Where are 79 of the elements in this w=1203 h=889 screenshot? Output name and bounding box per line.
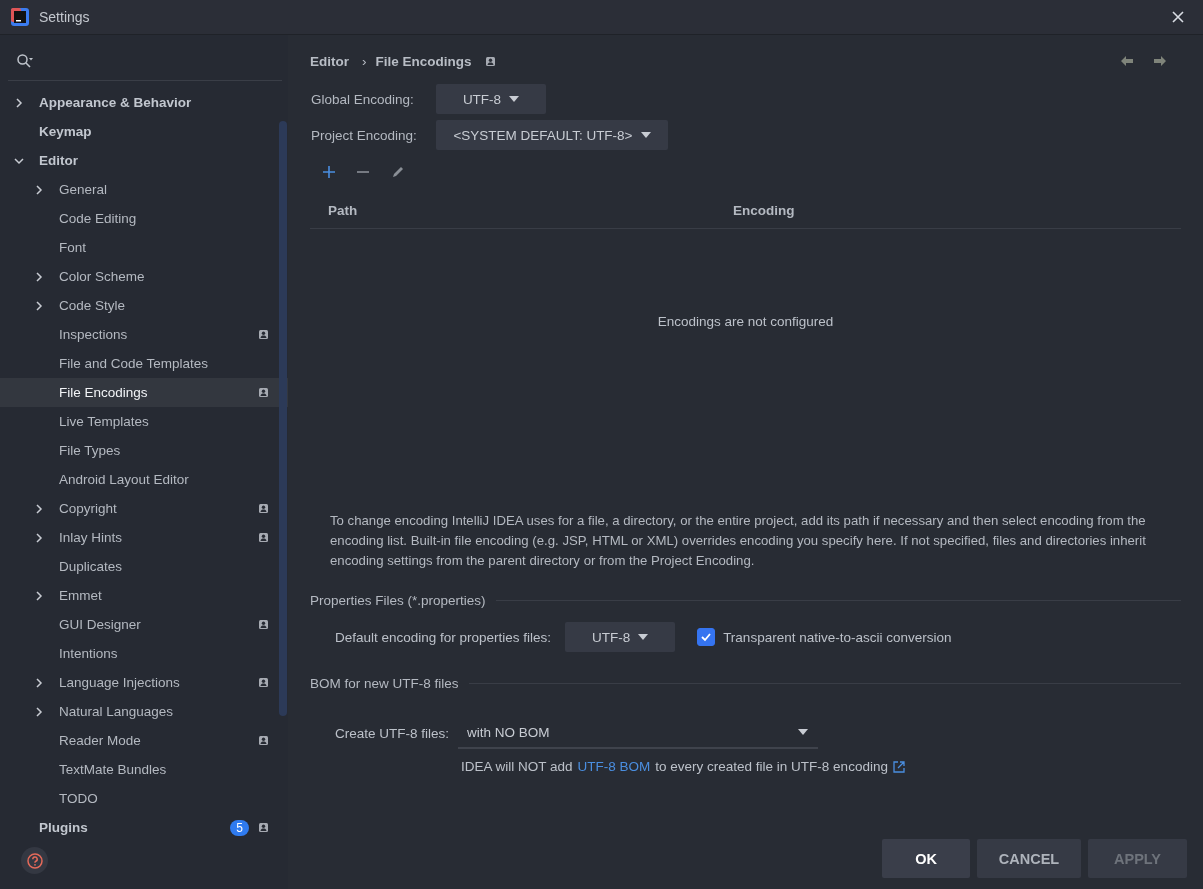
chevron-right-icon[interactable] bbox=[34, 590, 44, 601]
chevron-down-icon[interactable] bbox=[14, 155, 24, 166]
sidebar-item[interactable]: File Encodings bbox=[0, 378, 288, 407]
question-icon bbox=[26, 852, 43, 869]
sidebar-item[interactable]: GUI Designer bbox=[0, 610, 288, 639]
breadcrumb-item: File Encodings bbox=[375, 53, 472, 69]
column-header: Path bbox=[327, 203, 359, 218]
sidebar-item[interactable]: Code Editing bbox=[0, 204, 288, 233]
sidebar-item[interactable]: File Types bbox=[0, 436, 288, 465]
note-text: to every created file in UTF-8 encoding bbox=[655, 759, 888, 774]
window-title: Settings bbox=[39, 9, 90, 25]
sidebar-item[interactable]: Font bbox=[0, 233, 288, 262]
caret-icon bbox=[640, 132, 651, 138]
field-label: Project Encoding: bbox=[310, 127, 418, 143]
sidebar-item[interactable]: Editor bbox=[0, 146, 288, 175]
add-icon[interactable] bbox=[323, 166, 335, 178]
section-title: Properties Files (*.properties) bbox=[310, 593, 486, 608]
checkbox[interactable] bbox=[697, 628, 716, 646]
sidebar-item[interactable]: Android Layout Editor bbox=[0, 465, 288, 494]
forward-arrow-icon[interactable] bbox=[1153, 55, 1167, 67]
sidebar-item[interactable]: Color Scheme bbox=[0, 262, 288, 291]
sidebar-item[interactable]: Appearance & Behavior bbox=[0, 88, 288, 117]
chevron-right-icon[interactable] bbox=[34, 271, 44, 282]
dropdown[interactable]: UTF-8 bbox=[565, 622, 676, 652]
note-text: IDEA will NOT add bbox=[461, 759, 573, 774]
caret-icon bbox=[798, 729, 809, 735]
check-icon bbox=[700, 631, 713, 643]
scrollbar[interactable] bbox=[279, 121, 287, 716]
app-logo-icon bbox=[10, 7, 30, 27]
sidebar-item[interactable]: Duplicates bbox=[0, 552, 288, 581]
help-button[interactable] bbox=[21, 847, 48, 874]
section-title: BOM for new UTF-8 files bbox=[310, 676, 459, 691]
checkbox-label[interactable]: Transparent native-to-ascii conversion bbox=[723, 629, 952, 645]
pencil-icon[interactable] bbox=[391, 165, 405, 179]
chevron-right-icon[interactable] bbox=[34, 184, 44, 195]
dialog-button[interactable]: CANCEL bbox=[977, 839, 1081, 878]
chevron-right-icon[interactable] bbox=[34, 300, 44, 311]
chevron-right-icon[interactable] bbox=[34, 706, 44, 717]
sidebar-item[interactable]: TODO bbox=[0, 784, 288, 813]
breadcrumb-item[interactable]: Editor bbox=[310, 53, 349, 69]
sidebar-item[interactable]: Intentions bbox=[0, 639, 288, 668]
sidebar-item[interactable]: TextMate Bundles bbox=[0, 755, 288, 784]
count-badge: 5 bbox=[230, 819, 249, 836]
sidebar-item[interactable]: Language Injections bbox=[0, 668, 288, 697]
column-header: Encoding bbox=[733, 203, 795, 218]
search-icon bbox=[16, 52, 34, 69]
chevron-right-icon[interactable] bbox=[34, 677, 44, 688]
sidebar-item[interactable]: File and Code Templates bbox=[0, 349, 288, 378]
description-text: To change encoding IntelliJ IDEA uses for a file, a directory, or the entire project, add its path if necessary and then select encoding from the encoding list. Built-in file encoding (e.g. JSP, HTML or XML) overrides encoding you specify here. If not specified, files and directories inherit encoding settings from the parent directory or from the Project Encoding. bbox=[330, 512, 1147, 570]
dropdown[interactable]: <SYSTEM DEFAULT: UTF-8> bbox=[436, 120, 668, 150]
sidebar-item[interactable]: Inlay Hints bbox=[0, 523, 288, 552]
chevron-right-icon[interactable] bbox=[34, 503, 44, 514]
sidebar-item[interactable]: Code Style bbox=[0, 291, 288, 320]
back-arrow-icon[interactable] bbox=[1120, 55, 1134, 67]
external-link-icon[interactable] bbox=[892, 760, 905, 773]
sidebar-item[interactable]: Natural Languages bbox=[0, 697, 288, 726]
caret-icon bbox=[509, 96, 520, 102]
sidebar-item[interactable]: Emmet bbox=[0, 581, 288, 610]
breadcrumb-separator: › bbox=[362, 53, 367, 69]
field-label: Global Encoding: bbox=[310, 91, 415, 107]
sidebar-item[interactable]: Plugins 5 bbox=[0, 813, 288, 842]
field-label: Default encoding for properties files: bbox=[335, 629, 552, 645]
chevron-right-icon[interactable] bbox=[34, 532, 44, 543]
person-icon bbox=[485, 56, 495, 66]
link[interactable]: UTF-8 BOM bbox=[577, 759, 651, 774]
chevron-right-icon[interactable] bbox=[14, 97, 24, 108]
sidebar-item[interactable]: General bbox=[0, 175, 288, 204]
sidebar-item[interactable]: Keymap bbox=[0, 117, 288, 146]
caret-icon bbox=[638, 634, 649, 640]
field-label: Create UTF-8 files: bbox=[335, 725, 450, 741]
dropdown[interactable]: UTF-8 bbox=[436, 84, 546, 114]
sidebar-item[interactable]: Live Templates bbox=[0, 407, 288, 436]
sidebar-item[interactable]: Reader Mode bbox=[0, 726, 288, 755]
close-icon[interactable] bbox=[1172, 11, 1184, 23]
sidebar-item[interactable]: Copyright bbox=[0, 494, 288, 523]
sidebar-item[interactable]: Inspections bbox=[0, 320, 288, 349]
dialog-button[interactable]: OK bbox=[882, 839, 970, 878]
empty-table-text: Encodings are not configured bbox=[657, 313, 834, 329]
dropdown[interactable]: with NO BOM bbox=[458, 717, 819, 749]
